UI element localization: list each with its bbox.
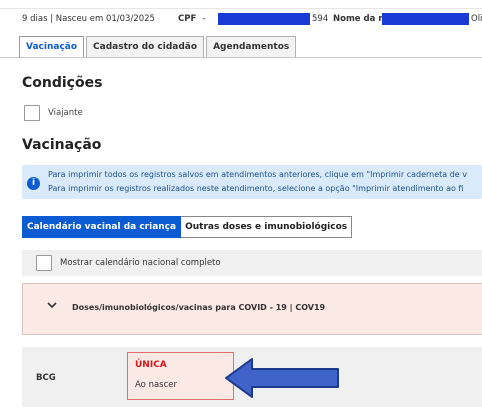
traveler-checkbox[interactable]: [24, 105, 40, 121]
mother-name-label: Nome da m: [333, 14, 388, 24]
annotation-arrow-icon: [225, 358, 339, 398]
redacted-name: [382, 13, 469, 25]
alert-line-2: Para imprimir os registros realizados ne…: [48, 184, 464, 193]
tab-bar: Vacinação Cadastro do cidadão Agendament…: [19, 36, 297, 58]
chevron-down-icon[interactable]: [47, 301, 57, 312]
traveler-label: Viajante: [48, 108, 83, 118]
header-strip: [0, 0, 482, 9]
segment-calendario-crianca[interactable]: Calendário vacinal da criança: [22, 216, 182, 238]
segment-outras-doses[interactable]: Outras doses e imunobiológicos: [181, 216, 353, 238]
dose-title: ÚNICA: [135, 360, 167, 370]
tab-cadastro[interactable]: Cadastro do cidadão: [86, 36, 205, 57]
show-calendar-checkbox[interactable]: [36, 255, 52, 271]
patient-info: 9 dias | Nasceu em 01/03/2025: [22, 14, 155, 24]
tab-agendamentos[interactable]: Agendamentos: [206, 36, 297, 57]
redacted-cpf: [218, 13, 310, 25]
vaccination-title: Vacinação: [22, 137, 102, 153]
tab-vacinacao[interactable]: Vacinação: [19, 36, 85, 58]
vaccination-segment: Calendário vacinal da criança Outras dos…: [22, 216, 353, 238]
tab-divider: [0, 57, 482, 58]
show-calendar-label: Mostrar calendário nacional completo: [60, 258, 221, 268]
cpf-label: CPF: [178, 14, 197, 24]
info-icon: i: [27, 177, 40, 190]
covid-accordion-label: Doses/imunobiológicos/vacinas para COVID…: [72, 303, 326, 312]
cpf-dash: –: [202, 14, 207, 24]
name-tail: Oli: [471, 14, 482, 24]
age-birth-text: 9 dias | Nasceu em 01/03/2025: [22, 14, 155, 24]
cpf-suffix: 594: [312, 14, 329, 24]
bcg-label: BCG: [36, 373, 56, 383]
alert-line-1: Para imprimir todos os registros salvos …: [48, 170, 467, 179]
dose-subtitle: Ao nascer: [135, 380, 177, 390]
conditions-title: Condições: [22, 75, 103, 91]
